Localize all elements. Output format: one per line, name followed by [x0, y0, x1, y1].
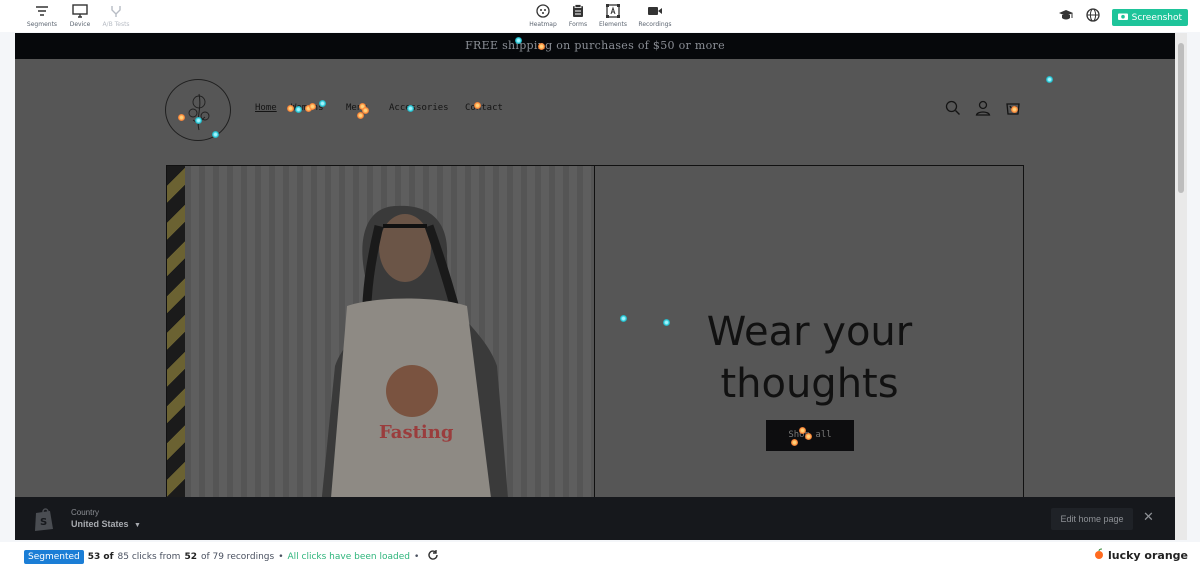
search-icon[interactable]: [945, 100, 961, 121]
graduation-cap-icon[interactable]: [1058, 8, 1074, 27]
scrollbar-thumb[interactable]: [1178, 43, 1184, 193]
click-dot: [178, 114, 185, 121]
click-dot: [663, 319, 670, 326]
account-icon[interactable]: [975, 100, 991, 121]
filter-lines-icon: [35, 3, 49, 19]
close-icon[interactable]: ✕: [1143, 509, 1154, 525]
click-dot: [1011, 106, 1018, 113]
elements-tool-label: Elements: [599, 21, 627, 28]
shirt-print-text: Fasting: [379, 422, 454, 443]
frame-scrollbar[interactable]: [1175, 33, 1187, 540]
click-dot: [309, 103, 316, 110]
nav-item-accessories[interactable]: Accessories: [389, 103, 465, 113]
ab-tests-tool[interactable]: A/B Tests: [93, 3, 139, 28]
click-dot: [538, 43, 545, 50]
click-dot: [799, 427, 806, 434]
hero-title: Wear your thoughts: [596, 306, 1023, 410]
click-dot: [805, 433, 812, 440]
click-dot: [474, 102, 481, 109]
recordings-count: 52: [184, 551, 197, 562]
click-dot: [791, 439, 798, 446]
chevron-down-icon: ▼: [134, 522, 141, 529]
monitor-icon: [72, 3, 88, 19]
status-bar: Segmented 53 of 85 clicks from 52 of 79 …: [0, 542, 1200, 569]
device-tool-label: Device: [69, 21, 91, 28]
brand-name: lucky orange: [1107, 549, 1188, 562]
forms-tool-label: Forms: [568, 21, 588, 28]
svg-text:S: S: [40, 517, 47, 528]
heatmap-toolbar: Segments Device A/B Tests Heatmap Forms …: [0, 0, 1200, 32]
recordings-total-text: of 79 recordings: [200, 551, 275, 562]
click-dot: [287, 105, 294, 112]
country-value: United States: [71, 519, 129, 529]
heatmap-page-frame: FREE shipping on purchases of $50 or mor…: [15, 33, 1187, 540]
clicks-loaded-text: All clicks have been loaded: [287, 551, 410, 562]
click-dot: [515, 37, 522, 44]
click-dot: [357, 112, 364, 119]
nav-item-contact[interactable]: Contact: [465, 103, 503, 113]
video-camera-icon: [647, 3, 663, 19]
segmented-badge[interactable]: Segmented: [24, 549, 84, 564]
model-figure: Fasting: [317, 205, 512, 540]
hero-title-line1: Wear your: [706, 309, 913, 355]
hero-banner: Fasting Wear your thoughts Shop all: [166, 165, 1024, 540]
elements-tool[interactable]: Elements: [590, 3, 636, 28]
refresh-icon[interactable]: [427, 549, 439, 564]
orange-fruit-icon: [1094, 548, 1104, 563]
shopify-bag-icon: S: [33, 507, 55, 536]
country-label: Country: [71, 508, 100, 517]
clicks-total-text: 85 clicks from: [117, 551, 181, 562]
heatmap-icon: [536, 3, 550, 19]
recordings-tool[interactable]: Recordings: [632, 3, 678, 28]
click-dot: [1046, 76, 1053, 83]
click-dot: [212, 131, 219, 138]
hero-title-line2: thoughts: [720, 361, 899, 407]
click-dot: [295, 106, 302, 113]
segments-tool-label: Segments: [26, 21, 58, 28]
announcement-bar: FREE shipping on purchases of $50 or mor…: [15, 33, 1175, 59]
store-logo[interactable]: [165, 79, 231, 141]
edit-home-page-button[interactable]: Edit home page: [1051, 508, 1133, 530]
separator-dot: •: [413, 551, 420, 562]
ab-tests-tool-label: A/B Tests: [102, 21, 130, 28]
click-dot: [195, 117, 202, 124]
clipboard-icon: [572, 3, 584, 19]
elements-icon: [606, 3, 620, 19]
screenshot-button[interactable]: Screenshot: [1111, 9, 1188, 26]
click-dot: [620, 315, 627, 322]
camera-icon: [1117, 12, 1128, 23]
lucky-orange-logo: lucky orange: [1094, 548, 1188, 563]
ab-branch-icon: [109, 3, 123, 19]
click-dot: [407, 105, 414, 112]
hero-content: Wear your thoughts Shop all: [596, 166, 1023, 540]
separator-dot: •: [278, 551, 284, 562]
screenshot-button-label: Screenshot: [1131, 12, 1182, 23]
clicks-shown-count: 53 of: [87, 551, 114, 562]
nav-item-home[interactable]: Home: [255, 103, 291, 113]
recordings-tool-label: Recordings: [638, 21, 672, 28]
click-dot: [319, 100, 326, 107]
globe-icon[interactable]: [1085, 8, 1100, 27]
shopify-preview-bar: S Country United States ▼ Edit home page…: [15, 497, 1175, 540]
country-selector[interactable]: United States ▼: [71, 519, 141, 529]
heatmap-tool-label: Heatmap: [529, 21, 557, 28]
hero-image: Fasting: [167, 166, 595, 540]
